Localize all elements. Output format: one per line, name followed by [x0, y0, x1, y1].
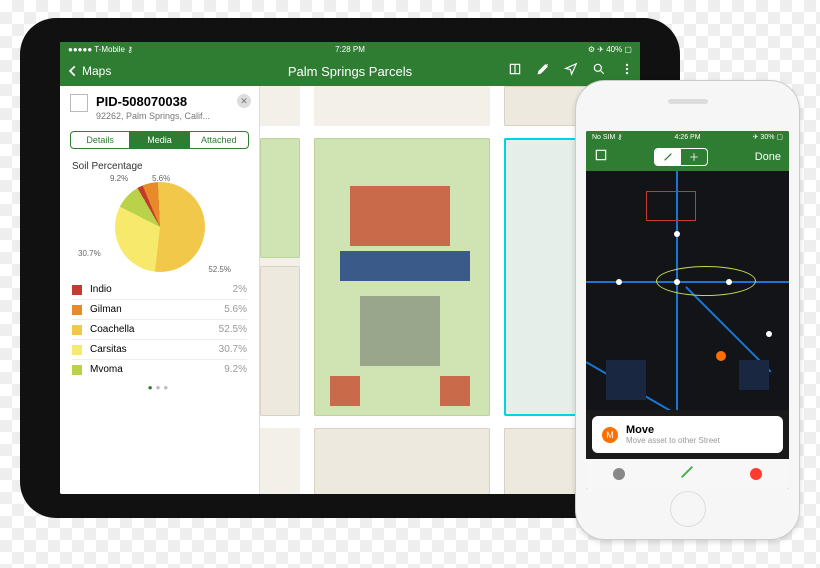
back-label: Maps	[82, 64, 111, 78]
legend-swatch	[72, 305, 82, 315]
pie-chart: 9.2% 5.6% 52.5% 30.7%	[60, 176, 259, 276]
back-button[interactable]: Maps	[66, 64, 111, 78]
iphone-toolbar	[586, 459, 789, 489]
page-title: Palm Springs Parcels	[288, 64, 412, 79]
iphone-device: No SIM ⚷ 4:26 PM ✈ 30% ▢ Done	[575, 80, 800, 540]
edit-mode-toggle[interactable]	[654, 148, 708, 166]
pie-label: 9.2%	[110, 174, 128, 183]
legend-swatch	[72, 365, 82, 375]
info-panel: PID-508070038 92262, Palm Springs, Calif…	[60, 86, 260, 494]
tab-attached[interactable]: Attached	[189, 132, 248, 148]
card-subtitle: Move asset to other Street	[626, 436, 720, 445]
status-time: 7:28 PM	[335, 45, 365, 54]
legend-row: Indio2%	[72, 280, 247, 299]
panel-header: PID-508070038 92262, Palm Springs, Calif…	[60, 86, 259, 127]
mode-draw[interactable]	[655, 149, 681, 165]
legend-row: Carsitas30.7%	[72, 339, 247, 359]
pie-label: 30.7%	[78, 249, 101, 258]
chevron-left-icon	[66, 64, 80, 78]
status-left: No SIM ⚷	[592, 133, 622, 141]
ipad-status-bar: ●●●●● T-Mobile ⚷ 7:28 PM ⚙ ✈ 40% ▢	[60, 42, 640, 56]
more-icon[interactable]	[620, 62, 634, 81]
iphone-map-canvas[interactable]	[586, 171, 789, 410]
legend-swatch	[72, 345, 82, 355]
parcel-id: PID-508070038	[96, 94, 249, 109]
iphone-screen: No SIM ⚷ 4:26 PM ✈ 30% ▢ Done	[586, 131, 789, 489]
legend-name: Mvoma	[90, 364, 224, 375]
tool-point[interactable]	[613, 468, 625, 480]
layers-icon[interactable]	[594, 148, 608, 167]
legend-name: Carsitas	[90, 344, 219, 355]
legend-name: Coachella	[90, 324, 219, 335]
close-icon[interactable]: ✕	[237, 94, 251, 108]
ipad-screen: ●●●●● T-Mobile ⚷ 7:28 PM ⚙ ✈ 40% ▢ Maps …	[60, 42, 640, 494]
status-right: ⚙ ✈ 40% ▢	[588, 45, 632, 54]
ipad-nav-bar: Maps Palm Springs Parcels	[60, 56, 640, 86]
tab-details[interactable]: Details	[71, 132, 129, 148]
move-card[interactable]: M Move Move asset to other Street	[592, 416, 783, 453]
status-left: ●●●●● T-Mobile ⚷	[68, 45, 133, 54]
selected-marker[interactable]	[716, 351, 726, 361]
legend-name: Indio	[90, 284, 233, 295]
bookmark-icon[interactable]	[508, 62, 522, 81]
parcel-subtitle: 92262, Palm Springs, Calif...	[96, 111, 249, 121]
legend-row: Mvoma9.2%	[72, 359, 247, 379]
segmented-control[interactable]: Details Media Attached	[70, 131, 249, 149]
card-title: Move	[626, 424, 720, 436]
mode-move[interactable]	[681, 149, 707, 165]
location-icon[interactable]	[564, 62, 578, 81]
legend-value: 30.7%	[219, 344, 247, 355]
done-button[interactable]: Done	[755, 151, 781, 163]
tool-line[interactable]	[679, 464, 695, 485]
legend-swatch	[72, 325, 82, 335]
legend-name: Gilman	[90, 304, 224, 315]
status-right: ✈ 30% ▢	[753, 133, 783, 141]
edit-icon[interactable]	[536, 62, 550, 81]
legend-row: Gilman5.6%	[72, 299, 247, 319]
legend-row: Coachella52.5%	[72, 319, 247, 339]
legend-value: 5.6%	[224, 304, 247, 315]
tab-media[interactable]: Media	[129, 132, 188, 148]
iphone-status-bar: No SIM ⚷ 4:26 PM ✈ 30% ▢	[586, 131, 789, 143]
pie-label: 52.5%	[208, 265, 231, 274]
status-time: 4:26 PM	[674, 134, 700, 141]
tool-record[interactable]	[750, 468, 762, 480]
iphone-nav-bar: Done	[586, 143, 789, 171]
search-icon[interactable]	[592, 62, 606, 81]
legend-value: 52.5%	[219, 324, 247, 335]
page-dots[interactable]: ●●●	[60, 379, 259, 396]
legend-value: 9.2%	[224, 364, 247, 375]
legend-swatch	[72, 285, 82, 295]
legend: Indio2%Gilman5.6%Coachella52.5%Carsitas3…	[60, 276, 259, 379]
pie-label: 5.6%	[152, 174, 170, 183]
legend-value: 2%	[233, 284, 247, 295]
marker-badge: M	[602, 427, 618, 443]
parcel-thumbnail	[70, 94, 88, 112]
